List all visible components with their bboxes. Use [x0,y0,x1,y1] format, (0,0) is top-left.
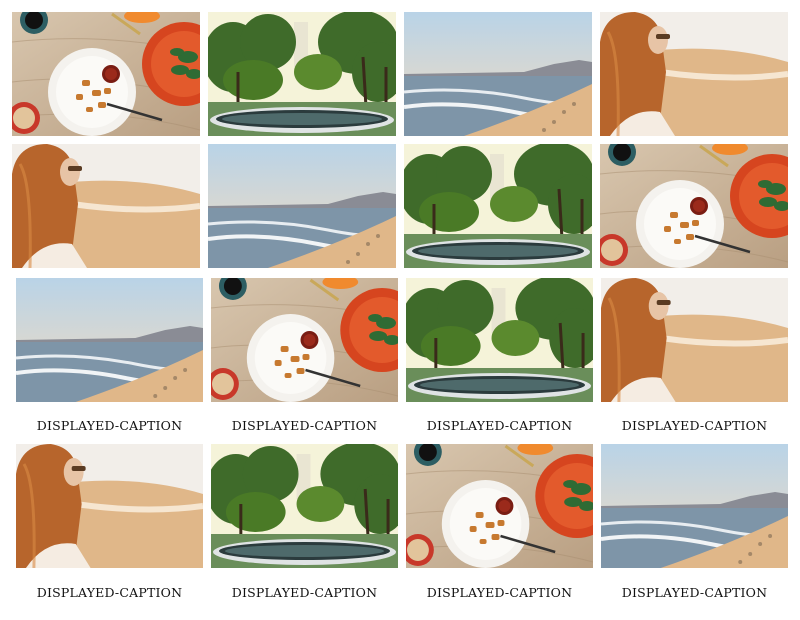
beach-photo[interactable] [404,12,592,136]
beach-photo[interactable] [16,278,203,402]
park-photo[interactable] [406,278,593,402]
food-photo[interactable] [211,278,398,402]
photo-caption: DISPLAYED-CAPTION [231,585,378,600]
photo-caption: DISPLAYED-CAPTION [426,585,573,600]
beach-photo[interactable] [208,144,396,268]
park-photo[interactable] [211,444,398,568]
food-photo[interactable] [12,12,200,136]
food-photo[interactable] [406,444,593,568]
beach-photo[interactable] [601,444,788,568]
photo-caption: DISPLAYED-CAPTION [36,585,183,600]
photo-caption: DISPLAYED-CAPTION [231,418,378,433]
woman-beach-photo[interactable] [12,144,200,268]
photo-caption: DISPLAYED-CAPTION [36,418,183,433]
photo-caption: DISPLAYED-CAPTION [426,418,573,433]
park-photo[interactable] [404,144,592,268]
photo-caption: DISPLAYED-CAPTION [621,418,768,433]
woman-beach-photo[interactable] [601,278,788,402]
food-photo[interactable] [600,144,788,268]
woman-beach-photo[interactable] [600,12,788,136]
park-photo[interactable] [208,12,396,136]
woman-beach-photo[interactable] [16,444,203,568]
photo-caption: DISPLAYED-CAPTION [621,585,768,600]
